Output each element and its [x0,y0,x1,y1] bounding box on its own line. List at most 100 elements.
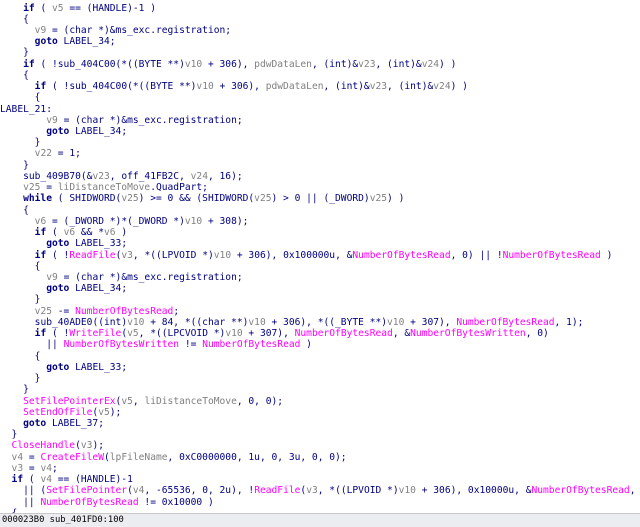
code-token: , (int)& [311,58,359,70]
code-token: v22 [34,148,52,160]
code-token: NumberOfBytesRead [531,485,630,497]
code-token: , *((LPVOID *) [132,249,214,261]
code-token: ) ) [439,58,457,70]
status-address-function: 000023B0 sub_401FD0:100 [2,515,124,525]
code-token: v25 [121,193,139,205]
code-token: NumberOfBytesRead [202,339,301,351]
code-token: ( SHIDWORD( [52,193,122,205]
code-line[interactable]: { [12,506,18,513]
code-token: ReadFile [254,485,301,497]
code-line[interactable]: if ( !sub_404C00(*((BYTE **)v10 + 306), … [35,79,468,94]
code-line[interactable]: if ( !ReadFile(v3, *((LPVOID *)v10 + 306… [35,248,613,263]
code-line[interactable]: || NumberOfBytesRead != 0x10000 ) [23,495,214,510]
code-line[interactable]: if ( v5 == (HANDLE)-1 ) [23,1,156,16]
code-token: lpFileName [109,451,168,463]
code-token: != 0x10000 ) [138,496,214,508]
code-line[interactable]: { [35,349,41,364]
code-token: v3 [121,249,133,261]
code-token: pdwDataLen [254,58,312,70]
code-token: goto [46,283,70,295]
code-line[interactable]: { [23,12,29,27]
pseudocode-view[interactable]: if ( v5 == (HANDLE)-1 ){v9 = (char *)&ms… [0,0,640,513]
code-token: goto [46,126,70,138]
code-token: v10 [196,81,214,93]
code-token: v25 [369,193,388,205]
code-token: v10 [213,249,232,261]
code-token: liDistanceToMove [144,395,237,407]
code-token: , (int)& [323,81,370,93]
code-token: { [23,69,29,81]
code-token: , & [392,328,411,340]
code-token: NumberOfBytesWritten [410,328,526,340]
code-token: || [23,496,41,508]
code-token: LABEL_34; [69,283,128,295]
code-token: + 306), 0x10000u, & [415,485,532,497]
code-token: , *((LPVOID *) [317,485,399,497]
code-token: , (int)& [387,81,434,93]
code-token: NumberOfBytesRead [502,249,601,261]
code-line[interactable]: v4 = CreateFileW(lpFileName, 0xC0000000,… [12,450,347,465]
code-token: goto [46,361,70,373]
code-token: + 306), [213,81,266,93]
code-line[interactable]: { [23,68,29,83]
code-line[interactable]: goto LABEL_34; [46,124,127,139]
code-token: v25 [254,193,272,205]
code-token: { [23,204,29,216]
code-token: v5 [52,2,64,14]
code-token: ); [109,406,122,418]
code-token: , 1); [554,316,584,328]
code-token: ( ! [46,249,70,261]
code-token: ) > 0 || (_DWORD) [271,193,370,205]
code-token: { [34,350,41,362]
code-token: || [46,339,64,351]
code-token: NumberOfBytesRead [352,249,451,261]
code-token: v10 [184,58,203,70]
code-token: v10 [398,485,416,497]
code-line[interactable]: goto LABEL_34; [46,281,127,296]
code-token: LABEL_34; [57,36,116,48]
code-line[interactable]: goto LABEL_33; [46,360,127,375]
code-line[interactable]: v22 = 1; [35,146,81,161]
code-token: v23 [369,81,388,93]
code-token: LABEL_21: [0,103,52,115]
code-token: != [179,339,203,351]
code-token: + 308); [202,215,249,227]
code-token: + 306), [202,58,255,70]
code-token: { [34,260,41,272]
code-token: ) [300,339,312,351]
code-token: { [23,13,29,25]
code-token: if [11,474,24,486]
status-bar: 000023B0 sub_401FD0:100 [0,513,640,527]
code-token: LABEL_34; [69,126,128,138]
code-line[interactable]: } [35,371,41,386]
code-line[interactable]: { [35,259,41,274]
code-token: ) ) [450,81,468,93]
code-token: ReadFile [69,249,116,261]
code-token: ) >= 0 && (SHIDWORD( [138,193,255,205]
code-token: , 0, 0); [236,395,284,407]
code-line[interactable]: LABEL_21: [0,102,52,117]
code-line[interactable]: if ( !sub_404C00(*((BYTE **)v10 + 306), … [23,57,456,72]
code-token: goto [23,418,47,429]
code-line[interactable]: goto LABEL_34; [35,34,116,49]
code-token: , 16); [207,170,243,182]
code-token: v5 [121,395,133,407]
code-token: v24 [433,81,451,93]
code-token: NumberOfBytesWritten [63,339,180,351]
code-token: , [132,395,145,407]
code-token: ( !sub_404C00(*((BYTE **) [46,81,197,93]
code-line[interactable]: || NumberOfBytesWritten != NumberOfBytes… [46,337,312,352]
code-token: ( [34,2,52,14]
code-line[interactable]: while ( SHIDWORD(v25) >= 0 && (SHIDWORD(… [23,191,404,206]
code-token: v10 [184,215,203,227]
code-token: , 0)) [629,485,636,497]
code-token: v23 [358,58,376,70]
code-token: , 0xC0000000, 1u, 0, 3u, 0, 0); [167,451,347,463]
code-token: if [34,227,47,239]
code-line[interactable]: goto LABEL_37; [23,416,104,431]
code-token: , 0) [525,328,549,340]
code-token: v3 [306,485,318,497]
code-token: NumberOfBytesRead [40,496,139,508]
code-token: v24 [421,58,440,70]
code-line[interactable]: { [23,203,29,218]
